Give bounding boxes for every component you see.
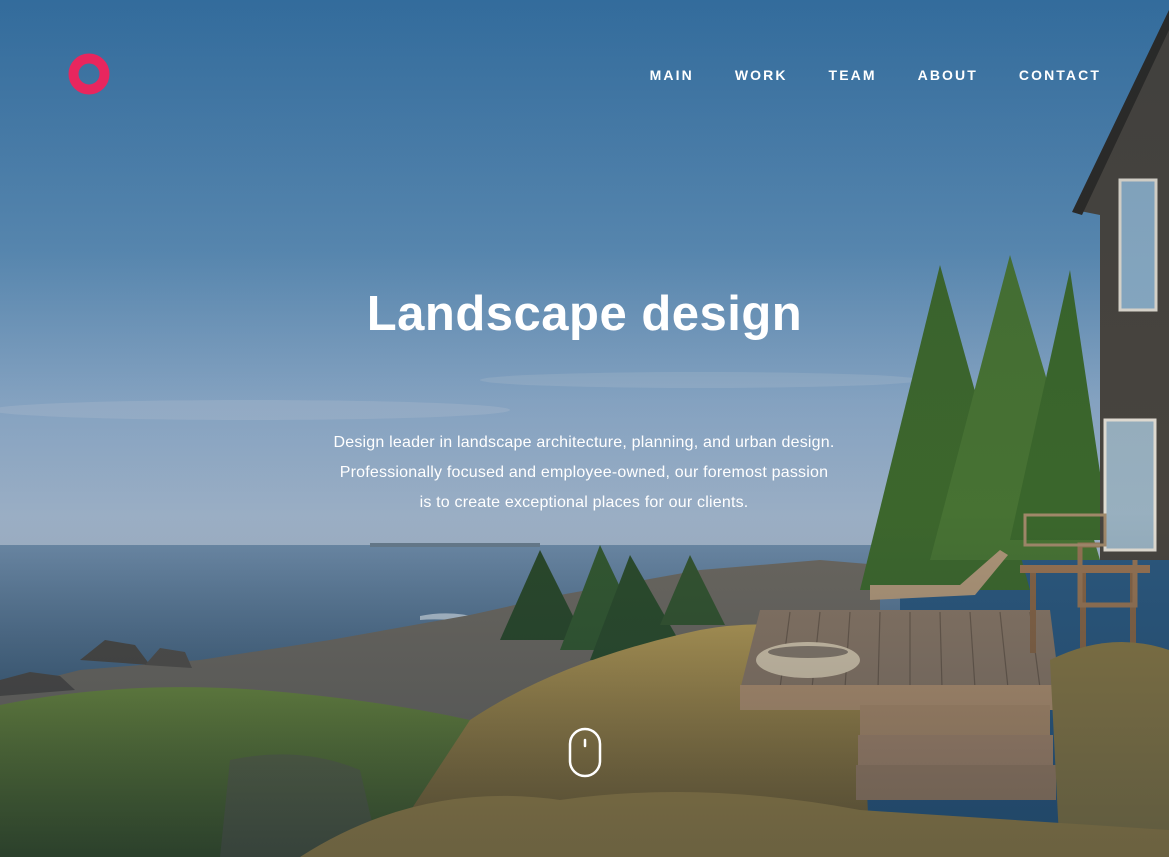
nav-item-team[interactable]: TEAM: [829, 66, 877, 84]
nav-item-main[interactable]: MAIN: [650, 66, 694, 84]
ring-logo-icon[interactable]: [68, 53, 110, 95]
hero-description-line: Professionally focused and employee-owne…: [339, 464, 829, 481]
nav-item-about[interactable]: ABOUT: [918, 66, 978, 84]
nav-item-contact[interactable]: CONTACT: [1019, 66, 1101, 84]
hero-description: Design leader in landscape architecture,…: [284, 428, 884, 518]
hero-description-line: is to create exceptional places for our …: [419, 494, 749, 511]
main-navigation: MAIN WORK TEAM ABOUT CONTACT: [650, 66, 1101, 84]
hero-description-line: Design leader in landscape architecture,…: [333, 434, 835, 451]
site-header: MAIN WORK TEAM ABOUT CONTACT: [0, 0, 1169, 150]
nav-item-work[interactable]: WORK: [735, 66, 788, 84]
mouse-scroll-icon[interactable]: [567, 727, 603, 779]
hero-title: Landscape design: [366, 287, 803, 341]
